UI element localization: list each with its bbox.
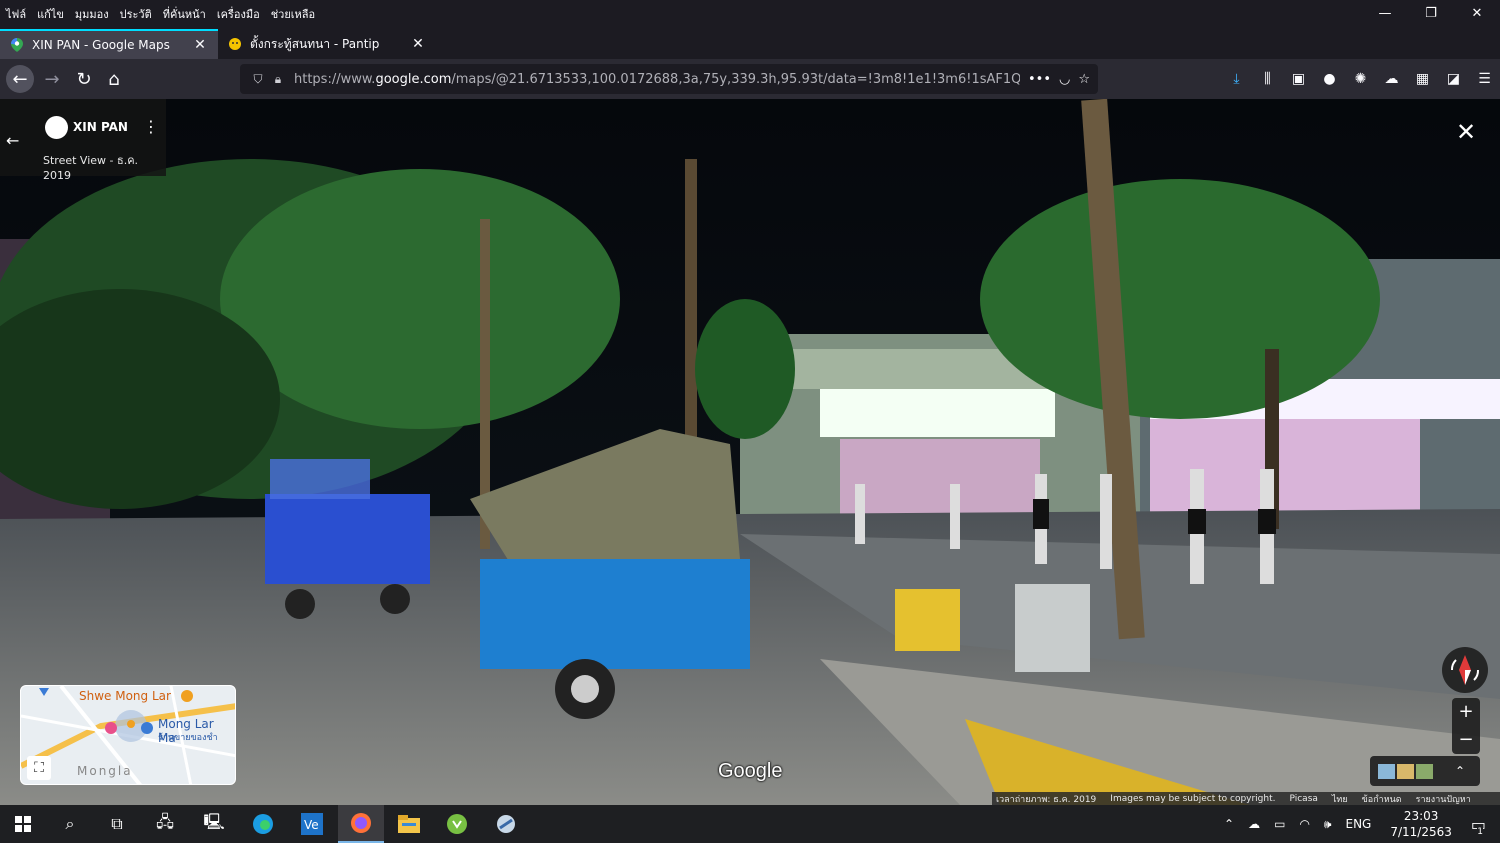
- tab-title: XIN PAN - Google Maps: [32, 38, 170, 52]
- zoom-controls: + −: [1452, 698, 1480, 754]
- extension-icon[interactable]: ✺: [1345, 65, 1376, 93]
- download-icon[interactable]: ⤓: [1221, 65, 1252, 93]
- hamburger-menu-icon[interactable]: ☰: [1469, 65, 1500, 93]
- library-icon[interactable]: ⫼: [1252, 65, 1283, 93]
- close-street-view-icon[interactable]: ✕: [1456, 118, 1476, 146]
- firefox-icon[interactable]: [338, 805, 384, 843]
- windows-taskbar: ⌕ ⧉ 🖧 🖳 Ve ⌃ ☁ ▭ ◠ 🕪︎ ENG 23:03 7/11/256…: [0, 805, 1500, 843]
- navigation-toolbar: ← → ↻ ⌂ ⛉ 🔒︎ https://www.google.com/maps…: [0, 59, 1500, 99]
- translate-icon[interactable]: ◪: [1438, 65, 1469, 93]
- tab-close-icon[interactable]: ✕: [410, 36, 426, 52]
- more-options-icon[interactable]: ⋮: [143, 117, 159, 136]
- place-title[interactable]: XIN PAN: [73, 120, 128, 134]
- tab-pantip[interactable]: ตั้งกระทู้สนทนา - Pantip ✕: [218, 29, 436, 59]
- address-bar[interactable]: ⛉ 🔒︎ https://www.google.com/maps/@21.671…: [240, 64, 1098, 94]
- tab-google-maps[interactable]: XIN PAN - Google Maps ✕: [0, 29, 218, 59]
- zoom-out-icon[interactable]: −: [1452, 726, 1480, 754]
- tab-bar: XIN PAN - Google Maps ✕ ตั้งกระทู้สนทนา …: [0, 27, 1500, 82]
- onedrive-icon[interactable]: ☁: [1248, 817, 1260, 831]
- tab-title: ตั้งกระทู้สนทนา - Pantip: [250, 36, 380, 51]
- app-tool-icon[interactable]: [483, 805, 529, 843]
- picasa-link[interactable]: Picasa: [1290, 794, 1318, 804]
- lock-icon[interactable]: 🔒︎: [268, 72, 288, 87]
- close-window-icon[interactable]: ✕: [1454, 0, 1500, 27]
- wifi-icon[interactable]: ◠: [1299, 817, 1309, 831]
- language-link[interactable]: ไทย: [1332, 792, 1348, 805]
- computer-app-icon[interactable]: 🖳: [191, 805, 237, 843]
- shield-icon[interactable]: ⛉: [248, 72, 268, 87]
- thumbnail-1[interactable]: [1378, 763, 1395, 779]
- thumbnail-2[interactable]: [1397, 763, 1414, 779]
- extension-box-icon[interactable]: ▦: [1407, 65, 1438, 93]
- file-explorer-icon[interactable]: [386, 805, 432, 843]
- bookmark-star-icon[interactable]: ☆: [1078, 72, 1090, 87]
- pantip-icon: [228, 37, 242, 51]
- battery-icon[interactable]: ▭: [1274, 817, 1285, 831]
- svg-text:Ve: Ve: [304, 818, 319, 832]
- map-footer: เวลาถ่ายภาพ: ธ.ค. 2019 Images may be sub…: [992, 792, 1500, 805]
- menu-bar: ไฟล์ แก้ไข มุมมอง ประวัติ ที่คั่นหน้า เค…: [0, 5, 315, 23]
- menu-help[interactable]: ช่วยเหลือ: [271, 5, 315, 23]
- thumbnail-3[interactable]: [1416, 763, 1433, 779]
- report-problem-link[interactable]: รายงานปัญหา: [1416, 792, 1471, 805]
- task-view-icon[interactable]: ⧉: [94, 805, 140, 843]
- app-ve-icon[interactable]: Ve: [289, 805, 335, 843]
- back-arrow-icon[interactable]: ←: [6, 65, 34, 93]
- forward-arrow-icon[interactable]: →: [38, 65, 66, 93]
- terms-link[interactable]: ข้อกำหนด: [1362, 792, 1402, 805]
- edge-icon[interactable]: [240, 805, 286, 843]
- url-text[interactable]: https://www.google.com/maps/@21.6713533,…: [294, 72, 1020, 87]
- page-actions-icon[interactable]: •••: [1028, 72, 1051, 87]
- volume-icon[interactable]: 🕪︎: [1324, 817, 1332, 832]
- minimap-label-grocery: ร้านขายของชำ: [158, 733, 218, 743]
- clock[interactable]: 23:03 7/11/2563: [1390, 808, 1452, 840]
- menu-view[interactable]: มุมมอง: [75, 5, 109, 23]
- network-app-icon[interactable]: 🖧: [142, 805, 188, 843]
- photo-thumbnails[interactable]: ⌃: [1370, 756, 1480, 786]
- google-maps-pin-icon: [10, 38, 24, 52]
- notification-icon[interactable]: ▭ 1: [1471, 815, 1486, 837]
- torrent-icon[interactable]: [434, 805, 480, 843]
- tab-close-icon[interactable]: ✕: [192, 37, 208, 53]
- zoom-in-icon[interactable]: +: [1452, 698, 1480, 726]
- extension-avatar-icon[interactable]: ●: [1314, 65, 1345, 93]
- home-icon[interactable]: ⌂: [100, 65, 128, 93]
- capture-date: เวลาถ่ายภาพ: ธ.ค. 2019: [996, 794, 1097, 805]
- search-icon[interactable]: ⌕: [47, 805, 93, 843]
- minimap-label-mongla: Mongla: [77, 764, 133, 778]
- street-view-date: Street View - ธ.ค. 2019: [43, 154, 139, 182]
- reload-icon[interactable]: ↻: [70, 65, 98, 93]
- minimap[interactable]: Shwe Mong Lar Mong Lar Ma ร้านขายของชำ M…: [20, 685, 236, 785]
- google-logo: Google: [718, 760, 783, 782]
- window-titlebar: ไฟล์ แก้ไข มุมมอง ประวัติ ที่คั่นหน้า เค…: [0, 0, 1500, 27]
- toolbar-icons: ⤓ ⫼ ▣ ● ✺ ☁ ▦ ◪ ☰: [1221, 65, 1500, 93]
- minimap-label-shwe-mong-lar: Shwe Mong Lar: [79, 689, 171, 703]
- clock-time: 23:03: [1403, 809, 1439, 823]
- restore-icon[interactable]: ❐: [1408, 0, 1454, 27]
- menu-history[interactable]: ประวัติ: [120, 5, 152, 23]
- input-language[interactable]: ENG: [1345, 817, 1371, 831]
- copyright-note: Images may be subject to copyright.: [1110, 793, 1276, 804]
- system-tray: ⌃ ☁ ▭ ◠ 🕪︎ ENG 23:03 7/11/2563 ▭ 1: [1217, 805, 1500, 843]
- street-view-header: ← XIN PAN ⋮ Street View - ธ.ค. 2019: [0, 99, 166, 182]
- menu-tools[interactable]: เครื่องมือ: [217, 5, 260, 23]
- minimize-icon[interactable]: —: [1362, 0, 1408, 27]
- place-avatar: [45, 116, 68, 139]
- window-controls: — ❐ ✕: [1362, 0, 1500, 27]
- chevron-up-icon[interactable]: ⌃: [1224, 817, 1234, 831]
- notification-count: 1: [1477, 826, 1483, 837]
- windows-start-icon[interactable]: [0, 805, 46, 843]
- menu-bookmarks[interactable]: ที่คั่นหน้า: [163, 5, 206, 23]
- pocket-icon[interactable]: ◡: [1059, 72, 1070, 87]
- expand-up-icon[interactable]: ⌃: [1455, 764, 1472, 779]
- clock-date: 7/11/2563: [1390, 825, 1452, 839]
- menu-edit[interactable]: แก้ไข: [37, 5, 64, 23]
- menu-file[interactable]: ไฟล์: [6, 5, 26, 23]
- extension-cloud-icon[interactable]: ☁: [1376, 65, 1407, 93]
- sidebar-icon[interactable]: ▣: [1283, 65, 1314, 93]
- expand-map-icon[interactable]: ⛶: [27, 756, 51, 780]
- compass-icon[interactable]: [1442, 647, 1488, 693]
- back-arrow-icon[interactable]: ←: [6, 131, 19, 150]
